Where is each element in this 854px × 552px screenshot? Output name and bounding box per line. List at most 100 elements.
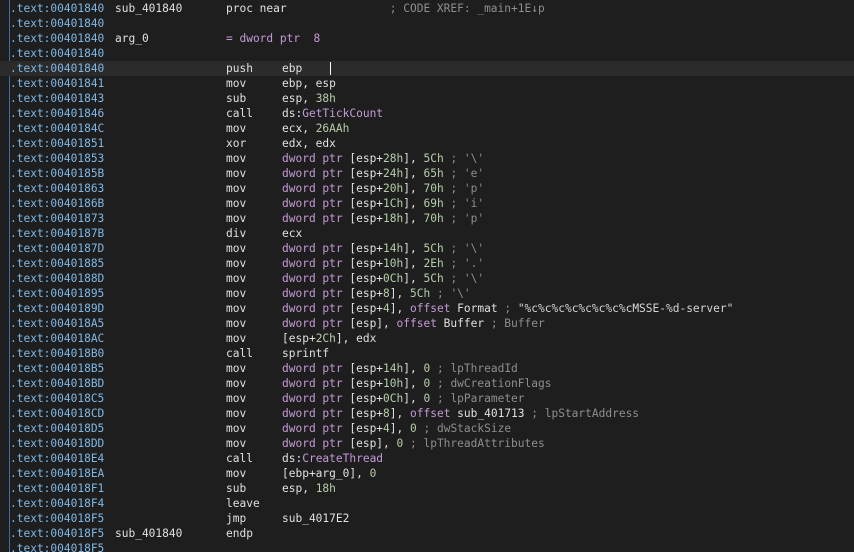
line-mnemonic[interactable]: mov xyxy=(226,151,246,166)
operand-token[interactable]: sub_401713 xyxy=(457,407,524,420)
code-line[interactable]: .text:00401846 call ds:GetTickCount xyxy=(0,106,854,121)
operand-token[interactable]: ebp xyxy=(282,62,302,75)
code-line[interactable]: .text:004018BD mov dword ptr [esp+10h], 0 … xyxy=(0,376,854,391)
line-operands[interactable]: dword ptr [esp+24h], 65h ; 'e' xyxy=(282,166,484,181)
line-address[interactable]: .text:00401895 xyxy=(10,286,104,301)
line-mnemonic[interactable]: mov xyxy=(226,436,246,451)
code-line[interactable]: .text:00401843 sub esp, 38h xyxy=(0,91,854,106)
line-address[interactable]: .text:00401843 xyxy=(10,91,104,106)
operand-token[interactable]: dword ptr xyxy=(282,407,349,420)
code-line[interactable]: .text:00401851 xor edx, edx xyxy=(0,136,854,151)
line-address[interactable]: .text:00401851 xyxy=(10,136,104,151)
line-mnemonic[interactable]: mov xyxy=(226,376,246,391)
line-operands[interactable]: dword ptr [esp+10h], 0 ; dwCreationFlags xyxy=(282,376,551,391)
operand-token[interactable]: ], xyxy=(403,197,423,210)
line-address[interactable]: .text:004018F4 xyxy=(10,496,104,511)
code-line[interactable]: .text:004018C5 mov dword ptr [esp+0Ch], 0 … xyxy=(0,391,854,406)
line-address[interactable]: .text:004018F5 xyxy=(10,541,104,552)
operand-token[interactable]: dword ptr xyxy=(282,317,349,330)
operand-token[interactable]: ], xyxy=(403,212,423,225)
line-address[interactable]: .text:0040189D xyxy=(10,301,104,316)
operand-token[interactable]: [esp+ xyxy=(349,302,383,315)
line-operands[interactable]: dword ptr [esp+4], offset Format ; "%c%c… xyxy=(282,301,733,316)
operand-token[interactable]: dword ptr xyxy=(282,392,349,405)
operand-token[interactable]: ecx xyxy=(282,227,302,240)
disassembly-view[interactable]: .text:00401840 sub_401840 proc near ; CODE… xyxy=(0,0,854,552)
operand-token[interactable]: offset xyxy=(410,302,457,315)
operand-token[interactable]: [esp], xyxy=(349,317,396,330)
line-mnemonic[interactable]: sub xyxy=(226,481,246,496)
line-mnemonic[interactable]: mov xyxy=(226,241,246,256)
operand-token[interactable]: [esp+ xyxy=(349,392,383,405)
operand-token[interactable]: ], xyxy=(403,167,423,180)
line-operands[interactable]: esp, 18h xyxy=(282,481,336,496)
code-line[interactable]: .text:0040186B mov dword ptr [esp+1Ch], 69… xyxy=(0,196,854,211)
line-operands[interactable]: dword ptr [esp+0Ch], 5Ch ; '\' xyxy=(282,271,484,286)
line-address[interactable]: .text:00401840 xyxy=(10,46,104,61)
line-operands[interactable]: dword ptr [esp+0Ch], 0 ; lpParameter xyxy=(282,391,525,406)
line-mnemonic[interactable]: mov xyxy=(226,466,246,481)
operand-token[interactable]: 5Ch xyxy=(410,287,430,300)
operand-token[interactable]: ds: xyxy=(282,452,302,465)
line-operands[interactable]: ds:GetTickCount xyxy=(282,106,383,121)
operand-token[interactable]: dword ptr xyxy=(282,287,349,300)
operand-token[interactable]: 24h xyxy=(383,167,403,180)
line-address[interactable]: .text:0040185B xyxy=(10,166,104,181)
code-line[interactable]: .text:0040188D mov dword ptr [esp+0Ch], 5C… xyxy=(0,271,854,286)
line-operands[interactable]: dword ptr [esp+14h], 0 ; lpThreadId xyxy=(282,361,518,376)
line-address[interactable]: .text:00401885 xyxy=(10,256,104,271)
line-address[interactable]: .text:004018F5 xyxy=(10,511,104,526)
line-operands[interactable]: dword ptr [esp+8], offset sub_401713 ; l… xyxy=(282,406,639,421)
operand-token[interactable]: 18h xyxy=(383,212,403,225)
line-operands[interactable]: sprintf xyxy=(282,346,329,361)
line-operands[interactable]: ecx, 26AAh xyxy=(282,121,349,136)
line-mnemonic[interactable]: mov xyxy=(226,406,246,421)
code-line[interactable]: .text:004018B5 mov dword ptr [esp+14h], 0 … xyxy=(0,361,854,376)
line-operands[interactable]: ds:CreateThread xyxy=(282,451,383,466)
line-address[interactable]: .text:00401863 xyxy=(10,181,104,196)
code-line[interactable]: .text:00401895 mov dword ptr [esp+8], 5Ch … xyxy=(0,286,854,301)
line-address[interactable]: .text:00401840 xyxy=(10,16,104,31)
code-line[interactable]: .text:004018F1 sub esp, 18h xyxy=(0,481,854,496)
operand-token[interactable]: [esp+ xyxy=(349,422,383,435)
line-operands[interactable]: ebp, esp xyxy=(282,76,336,91)
code-line[interactable]: .text:0040187B div ecx xyxy=(0,226,854,241)
operand-token[interactable]: dword ptr xyxy=(282,182,349,195)
operand-token[interactable]: 10h xyxy=(383,257,403,270)
line-mnemonic[interactable]: mov xyxy=(226,421,246,436)
line-address[interactable]: .text:00401840 xyxy=(10,31,104,46)
code-line[interactable]: .text:004018A5 mov dword ptr [esp], offset… xyxy=(0,316,854,331)
line-address[interactable]: .text:00401846 xyxy=(10,106,104,121)
operand-token[interactable]: 8 xyxy=(383,287,390,300)
line-operands[interactable]: dword ptr [esp+4], 0 ; dwStackSize xyxy=(282,421,511,436)
line-operands[interactable]: sub_4017E2 xyxy=(282,511,349,526)
line-operands[interactable]: ebp xyxy=(282,61,302,76)
line-mnemonic[interactable]: endp xyxy=(226,526,253,541)
operand-token[interactable]: ds: xyxy=(282,107,302,120)
code-line[interactable]: .text:0040187D mov dword ptr [esp+14h], 5C… xyxy=(0,241,854,256)
operand-token[interactable]: [esp+ xyxy=(349,152,383,165)
code-line[interactable]: .text:004018EA mov [ebp+arg_0], 0 xyxy=(0,466,854,481)
operand-token[interactable]: dword ptr xyxy=(282,362,349,375)
line-operands[interactable]: [ebp+arg_0], 0 xyxy=(282,466,376,481)
code-line[interactable]: .text:00401885 mov dword ptr [esp+10h], 2E… xyxy=(0,256,854,271)
operand-token[interactable]: 0 xyxy=(370,467,377,480)
operand-token[interactable]: Format xyxy=(457,302,497,315)
operand-token[interactable]: [esp+ xyxy=(349,407,383,420)
line-address[interactable]: .text:004018D5 xyxy=(10,421,104,436)
operand-token[interactable]: [esp+ xyxy=(282,332,316,345)
code-line[interactable]: .text:004018F4 leave xyxy=(0,496,854,511)
line-mnemonic[interactable]: mov xyxy=(226,361,246,376)
operand-token[interactable]: [esp+ xyxy=(349,167,383,180)
code-line[interactable]: .text:0040184C mov ecx, 26AAh xyxy=(0,121,854,136)
line-address[interactable]: .text:00401853 xyxy=(10,151,104,166)
operand-token[interactable]: 14h xyxy=(383,242,403,255)
line-operands[interactable]: dword ptr [esp+10h], 2Eh ; '.' xyxy=(282,256,484,271)
operand-token[interactable]: 4 xyxy=(383,302,390,315)
operand-token[interactable]: dword ptr xyxy=(282,257,349,270)
operand-token[interactable]: [esp+ xyxy=(349,212,383,225)
operand-token[interactable]: dword ptr xyxy=(282,377,349,390)
code-line[interactable]: .text:00401840 xyxy=(0,46,854,61)
code-line[interactable]: .text:004018CD mov dword ptr [esp+8], offs… xyxy=(0,406,854,421)
operand-token[interactable]: [esp+ xyxy=(349,242,383,255)
